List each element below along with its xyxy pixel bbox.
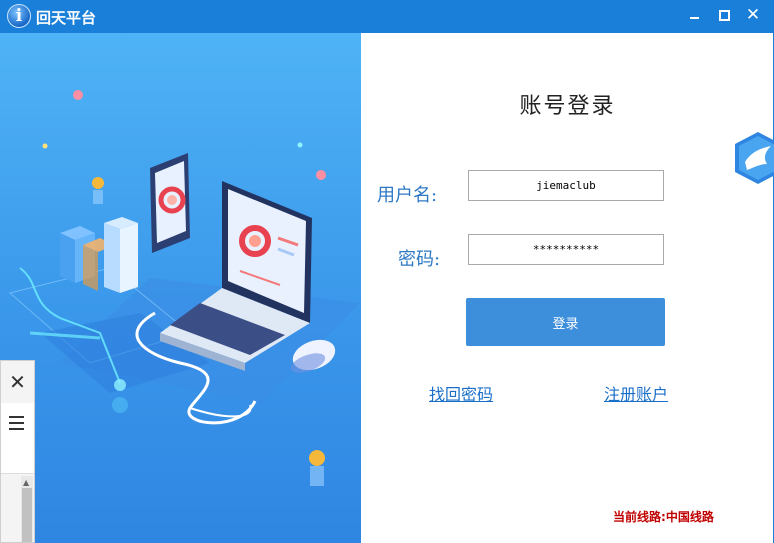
floating-side-widget: ✕ ▲ [0,360,35,543]
current-line-label: 当前线路: [613,510,666,524]
register-link[interactable]: 注册账户 [604,381,668,405]
laptop-illustration [8,90,360,486]
current-line-status: 当前线路:中国线路 [613,508,714,525]
current-line-value: 中国线路 [665,510,714,524]
widget-scrollbar[interactable]: ▲ [21,476,33,542]
info-icon: i [7,4,31,28]
scrollbar-thumb[interactable] [22,488,32,542]
close-button[interactable]: ✕ [742,5,764,25]
title-bar: i 回天平台 ✕ [0,0,774,33]
illustration-panel [0,33,361,543]
maximize-button[interactable] [713,5,735,25]
password-label: 密码: [398,249,441,270]
username-label: 用户名: [377,185,438,206]
login-title: 账号登录 [519,94,616,119]
login-button[interactable]: 登录 [466,298,665,346]
username-input[interactable] [468,170,664,201]
window-title: 回天平台 [36,9,97,27]
widget-close-button[interactable]: ✕ [1,361,34,404]
password-input[interactable] [468,234,664,265]
forgot-password-link[interactable]: 找回密码 [429,381,493,405]
bird-logo-icon[interactable] [733,130,774,186]
login-panel: 账号登录 用户名: 密码: 登录 找回密码 注册账户 当前线路:中国线路 [361,33,774,543]
widget-blank-item[interactable] [1,443,34,474]
scroll-up-icon[interactable]: ▲ [23,478,29,487]
minimize-button[interactable] [684,5,706,25]
hamburger-menu-icon[interactable] [1,403,34,444]
